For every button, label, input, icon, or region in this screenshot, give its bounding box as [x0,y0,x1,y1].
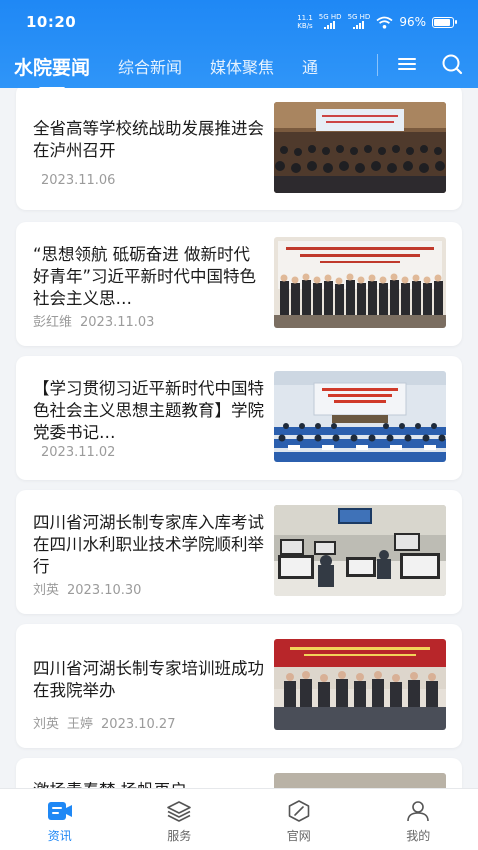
news-card[interactable]: “思想领航 砥砺奋进 做新时代好青年”习近平新时代中国特色社会主义思… 彭红维 2… [16,222,462,346]
news-title[interactable]: 激扬青春梦 扬帆再启 [33,780,265,788]
network-speed: 11.1 KB/s [297,14,313,30]
signal-bars-icon [324,21,336,29]
news-icon [47,802,72,820]
channel-tabs: 水院要闻 综合新闻 媒体聚焦 通 [0,44,478,88]
news-date: 2023.10.30 [67,583,142,598]
news-title[interactable]: 全省高等学校统战助发展推进会在泸州召开 [33,118,265,162]
tab-general-news[interactable]: 综合新闻 [118,54,182,78]
status-time: 10:20 [26,13,77,31]
news-author: 王婷 [67,717,94,732]
training-class-photo[interactable] [274,639,446,730]
layers-icon [167,801,192,822]
event-photo[interactable] [274,773,446,788]
tab-media-focus[interactable]: 媒体聚焦 [210,54,274,78]
battery-icon [432,16,457,28]
computer-lab-photo[interactable] [274,505,446,596]
news-date: 2023.10.27 [101,717,176,732]
tabbar-label: 官网 [286,829,311,843]
group-photo[interactable] [274,237,446,328]
news-author: 刘英 [33,583,60,598]
news-title[interactable]: “思想领航 砥砺奋进 做新时代好青年”习近平新时代中国特色社会主义思… [33,244,265,310]
news-meta: 2023.11.06 [33,173,115,188]
news-meta: 2023.11.02 [33,445,115,460]
tab-notices[interactable]: 通 [302,54,318,78]
signal-5g-2: 5G HD [348,13,370,31]
tabs-divider [377,54,378,76]
tabbar-services[interactable]: 服务 [120,789,240,850]
bottom-tab-bar: 资讯 服务 官网 我的 [0,788,478,850]
news-card[interactable]: 【学习贯彻习近平新时代中国特色社会主义思想主题教育】学院党委书记… 2023.1… [16,356,462,480]
news-meta: 刘英 2023.10.30 [33,579,141,598]
signal-5g-1: 5G HD [319,13,342,31]
menu-icon[interactable] [396,55,418,73]
news-date: 2023.11.03 [80,315,155,330]
news-title[interactable]: 四川省河湖长制专家培训班成功在我院举办 [33,658,265,702]
tabbar-news[interactable]: 资讯 [0,789,120,850]
battery-percent: 96% [399,15,426,29]
tabbar-label: 资讯 [47,829,72,843]
news-feed[interactable]: 全省高等学校统战助发展推进会在泸州召开 2023.11.06 “思想领航 砥砺奋… [0,88,478,788]
news-date: 2023.11.06 [41,173,116,188]
tabbar-profile[interactable]: 我的 [359,789,478,850]
news-meta: 刘英 王婷 2023.10.27 [33,713,175,732]
compass-icon [288,800,310,822]
news-date: 2023.11.02 [41,445,116,460]
status-bar: 10:20 11.1 KB/s 5G HD 5G HD 96% [0,0,478,44]
signal-bars-icon [352,21,364,29]
news-card[interactable]: 激扬青春梦 扬帆再启 [16,758,462,788]
news-title[interactable]: 【学习贯彻习近平新时代中国特色社会主义思想主题教育】学院党委书记… [33,378,265,444]
news-title[interactable]: 四川省河湖长制专家库入库考试在四川水利职业技术学院顺利举行 [33,512,265,578]
top-header: 10:20 11.1 KB/s 5G HD 5G HD 96% 水院要闻 综合新… [0,0,478,88]
news-card[interactable]: 四川省河湖长制专家培训班成功在我院举办 刘英 王婷 2023.10.27 [16,624,462,748]
tabbar-website[interactable]: 官网 [239,789,359,850]
tab-shuiyuan-news[interactable]: 水院要闻 [14,53,90,80]
news-author: 刘英 [33,717,60,732]
tabbar-label: 服务 [167,829,192,843]
search-icon[interactable] [440,52,464,76]
news-author: 彭红维 [33,315,73,330]
wifi-icon [376,16,393,29]
conference-hall-photo[interactable] [274,102,446,193]
status-icons: 11.1 KB/s 5G HD 5G HD 96% [297,13,457,31]
news-card[interactable]: 全省高等学校统战助发展推进会在泸州召开 2023.11.06 [16,88,462,210]
lecture-hall-photo[interactable] [274,371,446,462]
user-icon [407,801,430,822]
news-card[interactable]: 四川省河湖长制专家库入库考试在四川水利职业技术学院顺利举行 刘英 2023.10.… [16,490,462,614]
tabbar-label: 我的 [406,829,431,843]
news-meta: 彭红维 2023.11.03 [33,311,154,330]
header-actions [396,52,464,76]
